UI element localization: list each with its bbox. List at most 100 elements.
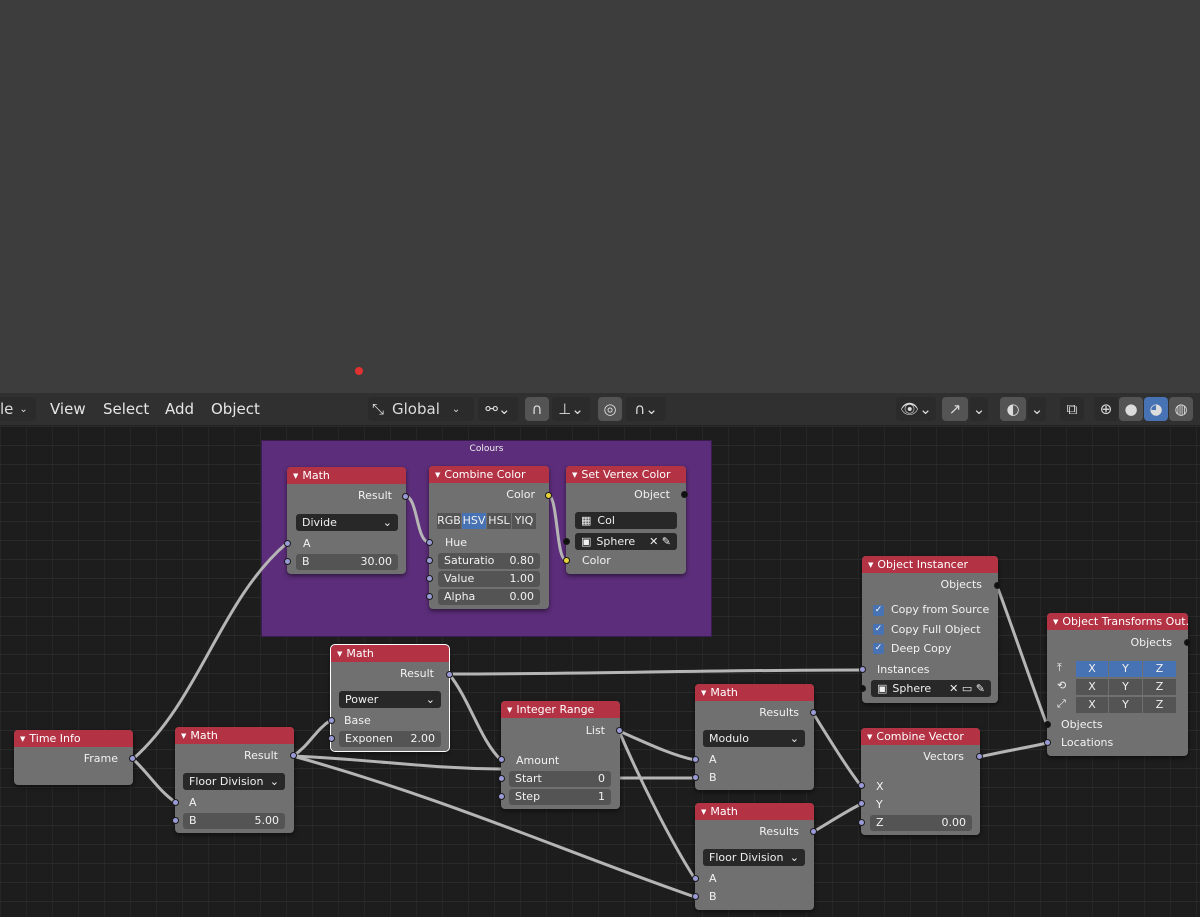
socket-output[interactable] [976, 753, 983, 760]
socket-input[interactable] [426, 575, 433, 582]
axis-x[interactable]: X [1076, 679, 1108, 695]
menu-object[interactable]: Object [211, 400, 260, 418]
operation-dropdown[interactable]: Divide ⌄ [296, 514, 398, 531]
node-object-instancer[interactable]: ▼ Object Instancer Objects ✓ Copy from So… [862, 556, 998, 703]
collapse-triangle-icon[interactable]: ▼ [435, 471, 440, 479]
transform-orientation-dropdown[interactable]: ⤡ Global ⌄ [368, 397, 474, 421]
color-mode-selector[interactable]: RGB HSV HSL YIQ [437, 513, 536, 529]
collapse-triangle-icon[interactable]: ▼ [293, 472, 298, 480]
axis-x[interactable]: X [1076, 697, 1108, 713]
saturation-field[interactable]: Saturatio 0.80 [438, 553, 540, 569]
collapse-triangle-icon[interactable]: ▼ [337, 650, 342, 658]
socket-input[interactable] [426, 557, 433, 564]
gizmo-toggle[interactable]: ↗ [942, 397, 968, 421]
mode-dropdown[interactable]: le ⌄ [0, 397, 36, 421]
socket-input[interactable] [284, 540, 291, 547]
operation-dropdown[interactable]: Modulo ⌄ [703, 730, 805, 747]
socket-input[interactable] [172, 817, 179, 824]
axis-z[interactable]: Z [1143, 679, 1176, 695]
socket-input[interactable] [426, 539, 433, 546]
socket-input[interactable] [858, 819, 865, 826]
mode-rgb[interactable]: RGB [437, 513, 461, 529]
socket-input[interactable] [172, 799, 179, 806]
eyedropper-icon[interactable]: ✎ [976, 682, 985, 695]
operation-dropdown[interactable]: Floor Division ⌄ [183, 773, 285, 790]
input-b-field[interactable]: B 5.00 [183, 813, 285, 829]
node-header[interactable]: ▼ Combine Vector [861, 728, 980, 745]
operation-dropdown[interactable]: Floor Division ⌄ [703, 849, 805, 866]
checkbox-copy-full-object[interactable]: ✓ [873, 624, 884, 635]
xray-toggle[interactable]: ⧉ [1060, 397, 1084, 421]
step-field[interactable]: Step 1 [509, 789, 611, 805]
socket-output[interactable] [446, 671, 453, 678]
axis-x[interactable]: X [1076, 661, 1108, 677]
axis-z[interactable]: Z [1143, 697, 1176, 713]
node-header[interactable]: ▼ Math [331, 645, 449, 662]
proportional-edit-toggle[interactable]: ◎ [598, 397, 622, 421]
axis-y[interactable]: Y [1109, 697, 1142, 713]
socket-input[interactable] [692, 893, 699, 900]
socket-input[interactable] [284, 558, 291, 565]
collapse-triangle-icon[interactable]: ▼ [507, 706, 512, 714]
node-math-divide[interactable]: ▼ Math Result Divide ⌄ A B 30.00 [287, 467, 406, 574]
socket-input[interactable] [328, 735, 335, 742]
node-header[interactable]: ▼ Object Transforms Out.. [1047, 613, 1188, 630]
node-header[interactable]: ▼ Math [287, 467, 406, 484]
visibility-button[interactable]: 👁⌄ [896, 397, 936, 421]
collapse-triangle-icon[interactable]: ▼ [868, 561, 873, 569]
clear-icon[interactable]: ✕ [649, 535, 658, 548]
socket-output[interactable] [810, 828, 817, 835]
collapse-triangle-icon[interactable]: ▼ [1053, 618, 1058, 626]
menu-view[interactable]: View [50, 400, 86, 418]
clear-icon[interactable]: ✕ [949, 682, 958, 695]
collapse-triangle-icon[interactable]: ▼ [867, 733, 872, 741]
node-set-vertex-color[interactable]: ▼ Set Vertex Color Object ▦ Col ▣ Sphere ✕ ✎… [566, 466, 686, 574]
mode-yiq[interactable]: YIQ [512, 513, 536, 529]
collapse-triangle-icon[interactable]: ▼ [572, 471, 577, 479]
z-field[interactable]: Z 0.00 [870, 815, 972, 831]
node-math-floor-division[interactable]: ▼ Math Result Floor Division ⌄ A B 5.00 [175, 727, 294, 833]
socket-output[interactable] [994, 582, 1001, 589]
node-header[interactable]: ▼ Set Vertex Color [566, 466, 686, 483]
3d-viewport[interactable] [0, 0, 1200, 393]
value-field[interactable]: Value 1.00 [438, 571, 540, 587]
socket-output[interactable] [402, 493, 409, 500]
attribute-field[interactable]: ▦ Col [575, 512, 677, 529]
shading-wireframe-button[interactable]: ⊕ [1094, 397, 1118, 421]
socket-input[interactable] [498, 756, 505, 763]
node-object-transforms-output[interactable]: ▼ Object Transforms Out.. Objects ⤒ X Y Z… [1047, 613, 1188, 756]
node-header[interactable]: ▼ Time Info [14, 730, 133, 747]
socket-input[interactable] [426, 593, 433, 600]
node-header[interactable]: ▼ Combine Color [429, 466, 549, 483]
socket-output[interactable] [129, 755, 136, 762]
rotation-axes[interactable]: X Y Z [1076, 679, 1176, 695]
start-field[interactable]: Start 0 [509, 771, 611, 787]
falloff-button[interactable]: ∩⌄ [626, 397, 666, 421]
socket-input[interactable] [692, 774, 699, 781]
shading-material-button[interactable]: ◕ [1144, 397, 1168, 421]
node-time-info[interactable]: ▼ Time Info Frame [14, 730, 133, 785]
shading-solid-button[interactable]: ● [1119, 397, 1143, 421]
scale-axes[interactable]: X Y Z [1076, 697, 1176, 713]
socket-output[interactable] [810, 709, 817, 716]
socket-input[interactable] [563, 538, 570, 545]
socket-input[interactable] [858, 782, 865, 789]
gizmo-dropdown[interactable]: ⌄ [970, 397, 988, 421]
node-header[interactable]: ▼ Integer Range [501, 701, 620, 718]
node-math-modulo[interactable]: ▼ Math Results Modulo ⌄ A B [695, 684, 814, 790]
snap-toggle[interactable]: ∩ [525, 397, 549, 421]
snap-target-button[interactable]: ⊥⌄ [552, 397, 590, 421]
socket-output[interactable] [290, 752, 297, 759]
mode-hsl[interactable]: HSL [487, 513, 511, 529]
axis-y[interactable]: Y [1109, 679, 1142, 695]
node-integer-range[interactable]: ▼ Integer Range List Amount Start 0 Step 1 [501, 701, 620, 809]
node-header[interactable]: ▼ Math [695, 684, 814, 701]
node-combine-color[interactable]: ▼ Combine Color Color RGB HSV HSL YIQ Hue… [429, 466, 549, 609]
socket-input[interactable] [328, 717, 335, 724]
node-header[interactable]: ▼ Math [175, 727, 294, 744]
checkbox-deep-copy[interactable]: ✓ [873, 643, 884, 654]
shading-rendered-button[interactable]: ◍ [1169, 397, 1193, 421]
socket-input[interactable] [563, 557, 570, 564]
collapse-triangle-icon[interactable]: ▼ [701, 808, 706, 816]
socket-input[interactable] [498, 793, 505, 800]
